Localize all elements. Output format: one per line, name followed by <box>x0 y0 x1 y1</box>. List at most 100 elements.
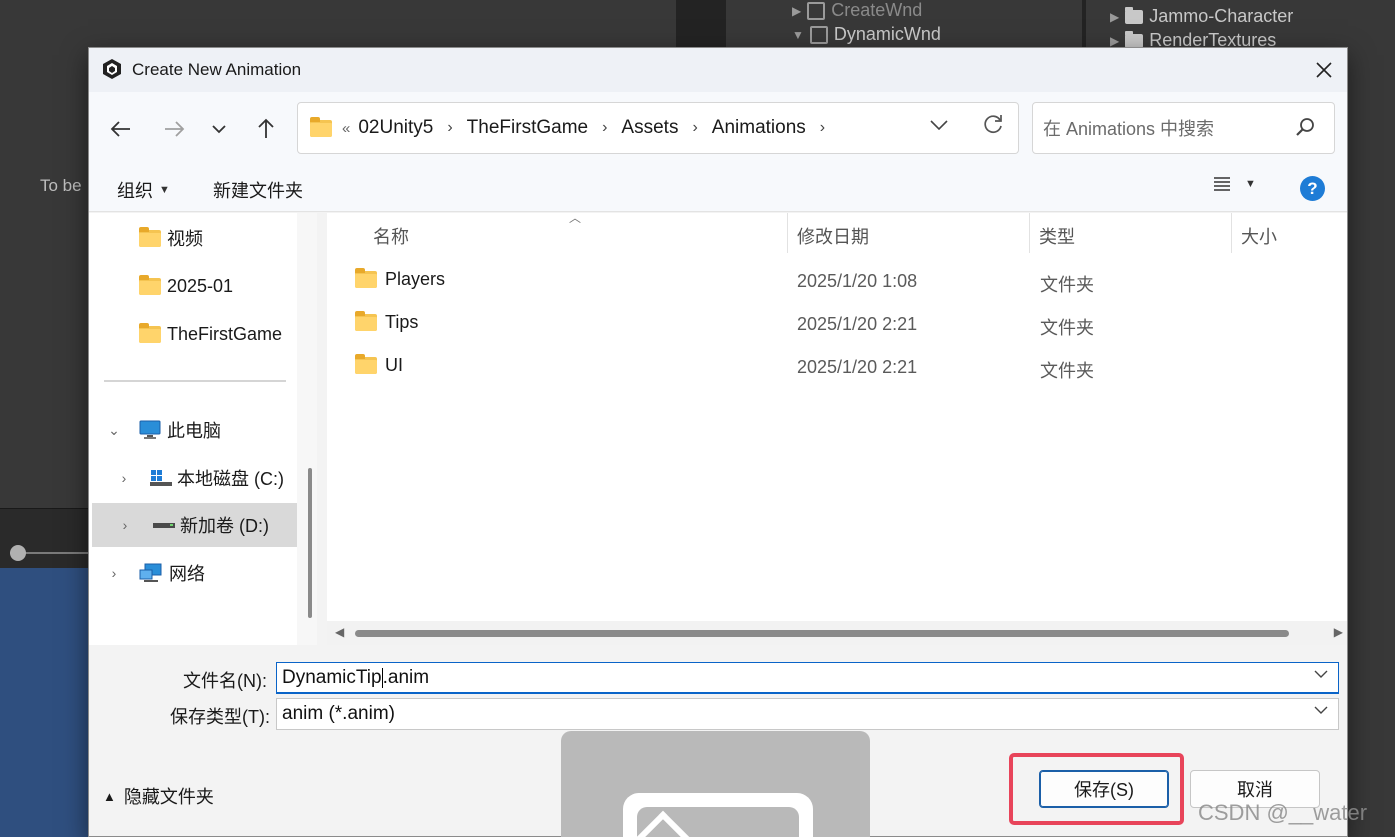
scroll-left-icon[interactable]: ◀ <box>335 625 344 639</box>
nav-scrollbar-thumb[interactable] <box>308 468 312 618</box>
chevron-down-icon[interactable]: ⌄ <box>89 422 139 439</box>
floating-overlay-widget[interactable] <box>561 731 870 837</box>
nav-item-2025-01[interactable]: 2025-01 <box>89 264 297 308</box>
new-folder-button[interactable]: 新建文件夹 <box>213 177 303 203</box>
chevron-down-icon[interactable] <box>1314 705 1328 715</box>
chevron-right-icon[interactable]: › <box>89 565 139 581</box>
unity-logo-icon <box>103 59 121 79</box>
breadcrumb-item[interactable]: Assets <box>621 117 678 139</box>
folder-icon <box>139 226 161 247</box>
project-item[interactable]: ▶ Jammo-Character <box>1110 6 1293 27</box>
computer-icon <box>139 420 161 439</box>
chevron-down-icon <box>212 125 226 134</box>
breadcrumb-item[interactable]: Animations <box>712 117 806 139</box>
folder-icon <box>355 354 377 374</box>
forward-button[interactable] <box>157 114 191 144</box>
column-header-type[interactable]: 类型 <box>1039 223 1075 249</box>
filename-input[interactable]: DynamicTip .anim <box>276 662 1339 694</box>
cube-icon <box>809 25 828 44</box>
scene-text: To be <box>40 176 82 195</box>
chevron-right-icon[interactable]: › <box>692 119 697 137</box>
scrollbar-thumb[interactable] <box>355 630 1289 637</box>
file-type: 文件夹 <box>1040 275 1094 295</box>
network-icon <box>139 563 162 582</box>
file-row[interactable]: Players 2025/1/20 1:08 文件夹 <box>347 261 1337 301</box>
address-bar[interactable]: « 02Unity5 › TheFirstGame › Assets › Ani… <box>297 102 1019 154</box>
file-name: UI <box>385 355 403 375</box>
watermark: CSDN @__water <box>1198 800 1368 825</box>
file-type: 文件夹 <box>1040 361 1094 381</box>
column-divider[interactable] <box>1029 213 1030 253</box>
column-divider[interactable] <box>787 213 788 253</box>
scroll-right-icon[interactable]: ▶ <box>1334 625 1343 639</box>
nav-item-drive-d[interactable]: › 新加卷 (D:) <box>92 503 297 547</box>
hierarchy-panel: ▶ CreateWnd ▼ DynamicWnd <box>726 0 1082 50</box>
refresh-icon <box>984 115 1002 134</box>
nav-item-thefirstgame[interactable]: TheFirstGame <box>89 312 297 356</box>
drive-icon <box>153 523 175 528</box>
navigation-pane: 视频 2025-01 TheFirstGame ⌄ 此电脑 › 本地磁盘 (C:… <box>89 213 317 656</box>
file-fields: 文件名(N): DynamicTip .anim 保存类型(T): anim (*… <box>89 645 1347 741</box>
folder-icon <box>1125 6 1144 24</box>
project-panel: ▶ Jammo-Character ▶ RenderTextures <box>1086 0 1395 50</box>
navigation-bar: « 02Unity5 › TheFirstGame › Assets › Ani… <box>89 92 1347 164</box>
close-button[interactable] <box>1301 48 1347 92</box>
horizontal-scrollbar[interactable]: ◀ ▶ <box>327 621 1347 645</box>
back-button[interactable] <box>104 114 138 144</box>
search-box[interactable]: 在 Animations 中搜索 <box>1032 102 1335 154</box>
nav-item-this-pc[interactable]: ⌄ 此电脑 <box>89 408 297 452</box>
game-view <box>0 568 90 837</box>
breadcrumb-item[interactable]: TheFirstGame <box>467 117 588 139</box>
file-date: 2025/1/20 1:08 <box>797 271 918 291</box>
chevron-right-icon[interactable]: › <box>447 119 452 137</box>
arrow-up-icon <box>258 118 274 138</box>
nav-item-drive-c[interactable]: › 本地磁盘 (C:) <box>89 456 297 500</box>
file-date: 2025/1/20 2:21 <box>797 357 918 377</box>
dialog-title: Create New Animation <box>132 60 302 79</box>
chevron-right-icon[interactable]: › <box>602 119 607 137</box>
folder-icon <box>310 116 332 137</box>
column-divider[interactable] <box>1231 213 1232 253</box>
organize-menu[interactable]: 组织 ▼ <box>117 177 170 203</box>
arrow-right-icon <box>165 121 185 137</box>
column-header-date[interactable]: 修改日期 <box>797 223 869 249</box>
breadcrumb-overflow[interactable]: « <box>342 120 350 137</box>
save-button[interactable]: 保存(S) <box>1039 770 1169 808</box>
file-row[interactable]: Tips 2025/1/20 2:21 文件夹 <box>347 304 1337 344</box>
nav-scrollbar[interactable] <box>297 213 317 656</box>
address-history-button[interactable] <box>930 117 948 135</box>
recent-locations-button[interactable] <box>202 114 236 144</box>
panel-divider <box>676 0 726 50</box>
nav-item-videos[interactable]: 视频 <box>89 216 297 260</box>
up-button[interactable] <box>249 114 283 144</box>
nav-item-network[interactable]: › 网络 <box>89 551 297 595</box>
file-name: Players <box>385 269 446 289</box>
chevron-right-icon[interactable]: › <box>92 517 152 533</box>
nav-divider <box>104 380 286 382</box>
file-date: 2025/1/20 2:21 <box>797 314 918 334</box>
file-row[interactable]: UI 2025/1/20 2:21 文件夹 <box>347 347 1337 387</box>
view-options-button[interactable]: ▼ <box>1213 176 1256 192</box>
list-view-icon <box>1214 177 1230 191</box>
filetype-select[interactable]: anim (*.anim) <box>276 698 1339 730</box>
chevron-right-icon[interactable]: › <box>820 119 825 137</box>
hierarchy-item[interactable]: ▶ CreateWnd <box>792 0 922 21</box>
inspector-panel <box>1348 50 1395 837</box>
refresh-button[interactable] <box>982 113 1004 142</box>
chevron-down-icon[interactable] <box>1314 669 1328 679</box>
arrow-left-icon <box>110 121 130 137</box>
timeline-scrubber[interactable] <box>10 545 26 561</box>
drive-windows-icon <box>150 470 172 486</box>
folder-icon <box>139 322 161 343</box>
expand-arrow-icon: ▶ <box>1110 9 1120 24</box>
hide-folders-toggle[interactable]: ▲ 隐藏文件夹 <box>103 783 214 809</box>
close-icon <box>1316 62 1332 78</box>
caret-down-icon: ▼ <box>1245 178 1256 190</box>
help-button[interactable]: ? <box>1300 176 1325 201</box>
breadcrumb-item[interactable]: 02Unity5 <box>358 117 433 139</box>
column-header-size[interactable]: 大小 <box>1241 223 1277 249</box>
caret-up-icon: ▲ <box>103 788 116 804</box>
column-header-name[interactable]: 名称 <box>373 223 409 249</box>
chevron-right-icon[interactable]: › <box>89 470 149 486</box>
hierarchy-item[interactable]: ▼ DynamicWnd <box>792 24 941 45</box>
